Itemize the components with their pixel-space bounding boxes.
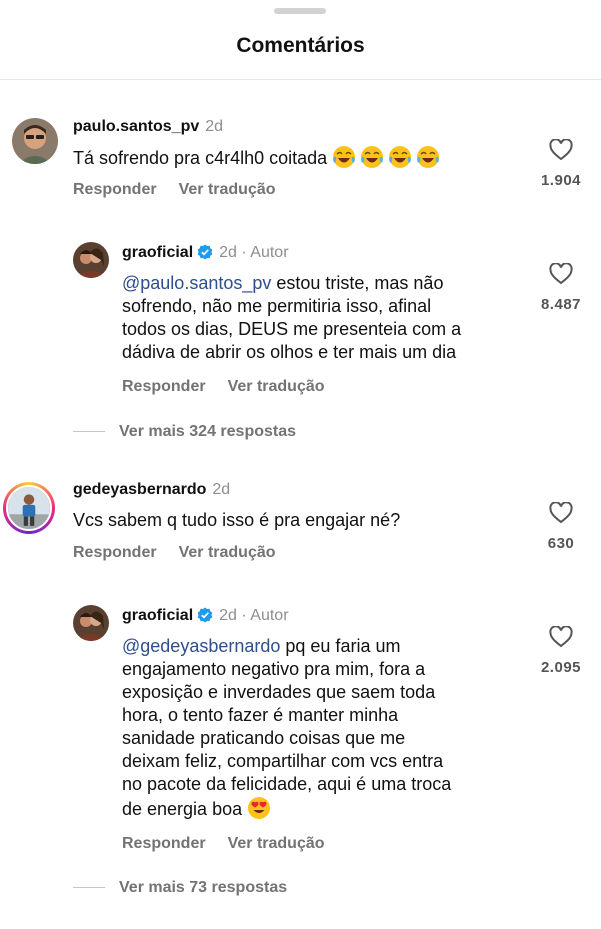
like-count: 2.095 <box>540 659 582 676</box>
reply-text: @gedeyasbernardo pq eu faria um engajame… <box>122 635 451 821</box>
comment-text-content: Tá sofrendo pra c4r4lh0 coitada <box>73 148 328 168</box>
view-more-replies-button[interactable]: Ver mais 73 respostas <box>73 879 287 897</box>
translate-button[interactable]: Ver tradução <box>179 544 276 561</box>
like-button[interactable]: 2.095 <box>530 626 592 676</box>
reply-line: sofrendo, não me permitiria isso, afinal <box>122 296 432 316</box>
comment-meta: paulo.santos_pv 2d <box>73 118 223 136</box>
view-more-replies-label: Ver mais 324 respostas <box>119 423 297 440</box>
avatar[interactable] <box>12 118 58 164</box>
reply-line: hora, o tento fazer é manter minha <box>122 705 399 725</box>
mention-link[interactable]: @paulo.santos_pv <box>122 273 271 293</box>
reply-line: estou triste, mas não <box>271 273 444 293</box>
avatar-with-story-ring[interactable] <box>3 482 55 534</box>
mention-link[interactable]: @gedeyasbernardo <box>122 636 280 656</box>
reply-time: 2d <box>219 607 237 624</box>
avatar[interactable] <box>73 605 109 641</box>
like-button[interactable]: 630 <box>530 502 592 552</box>
view-more-replies-label: Ver mais 73 respostas <box>119 879 288 896</box>
reply-line: todos os dias, DEUS me presenteia com a <box>122 319 462 339</box>
reply-actions: Responder Ver tradução <box>122 835 347 853</box>
reply-meta: graoficial 2d · Autor <box>122 244 289 261</box>
reply-button[interactable]: Responder <box>122 378 206 395</box>
author-badge: Autor <box>250 244 289 261</box>
translate-button[interactable]: Ver tradução <box>228 378 325 395</box>
author-badge: Autor <box>250 607 289 624</box>
header-divider <box>0 79 601 80</box>
comment-actions: Responder Ver tradução <box>73 544 298 562</box>
reply-meta: graoficial 2d · Autor <box>122 607 289 624</box>
drag-handle[interactable] <box>274 8 326 14</box>
avatar-photo <box>8 487 50 529</box>
reply-line: exposição e inverdades que saem toda <box>122 682 436 702</box>
divider-line <box>73 431 105 433</box>
reply-line: engajamento negativo pra mim, fora a <box>122 659 426 679</box>
comment-time: 2d <box>205 118 224 135</box>
translate-button[interactable]: Ver tradução <box>228 835 325 852</box>
like-button[interactable]: 1.904 <box>530 139 592 189</box>
comment-text: Tá sofrendo pra c4r4lh0 coitada <box>73 145 444 170</box>
laugh-emoji-group <box>332 146 444 168</box>
username[interactable]: graoficial <box>122 607 193 624</box>
heart-icon <box>549 502 573 524</box>
username[interactable]: graoficial <box>122 244 193 261</box>
avatar-photo <box>73 242 109 278</box>
reply-time: 2d <box>219 244 237 261</box>
reply-actions: Responder Ver tradução <box>122 378 347 396</box>
reply-line: pq eu faria um <box>280 636 401 656</box>
comment-actions: Responder Ver tradução <box>73 181 298 199</box>
reply-line: no pacote da felicidade, aqui é uma troc… <box>122 774 452 794</box>
avatar[interactable] <box>73 242 109 278</box>
verified-badge-icon <box>197 244 213 260</box>
comment-meta: gedeyasbernardo 2d <box>73 481 230 499</box>
heart-icon <box>549 263 573 285</box>
face-with-tears-of-joy-icon <box>361 146 384 168</box>
page-title: Comentários <box>236 34 365 57</box>
like-button[interactable]: 8.487 <box>530 263 592 313</box>
face-with-tears-of-joy-icon <box>389 146 412 168</box>
verified-badge-icon <box>197 607 213 623</box>
divider-line <box>73 887 105 889</box>
smiling-face-with-heart-eyes-icon <box>248 797 271 819</box>
reply-line: dádiva de abrir os olhos e ter mais um d… <box>122 342 457 362</box>
heart-icon <box>549 139 573 161</box>
reply-text: @paulo.santos_pv estou triste, mas não s… <box>122 272 461 364</box>
username[interactable]: paulo.santos_pv <box>73 118 199 135</box>
comment-text: Vcs sabem q tudo isso é pra engajar né? <box>73 510 401 530</box>
translate-button[interactable]: Ver tradução <box>179 181 276 198</box>
avatar <box>6 485 52 531</box>
like-count: 1.904 <box>540 172 582 189</box>
face-with-tears-of-joy-icon <box>333 146 356 168</box>
heart-icon <box>549 626 573 648</box>
reply-button[interactable]: Responder <box>73 181 157 198</box>
face-with-tears-of-joy-icon <box>417 146 440 168</box>
reply-button[interactable]: Responder <box>122 835 206 852</box>
like-count: 630 <box>547 535 575 552</box>
avatar-photo <box>73 605 109 641</box>
comment-time: 2d <box>212 481 231 498</box>
like-count: 8.487 <box>540 296 582 313</box>
reply-line: de energia boa <box>122 799 243 819</box>
reply-line: sanidade praticando coisas que me <box>122 728 406 748</box>
reply-button[interactable]: Responder <box>73 544 157 561</box>
reply-line: deixam feliz, compartilhar com vcs entra <box>122 751 444 771</box>
avatar-photo <box>12 118 58 164</box>
view-more-replies-button[interactable]: Ver mais 324 respostas <box>73 423 296 441</box>
username[interactable]: gedeyasbernardo <box>73 481 206 498</box>
